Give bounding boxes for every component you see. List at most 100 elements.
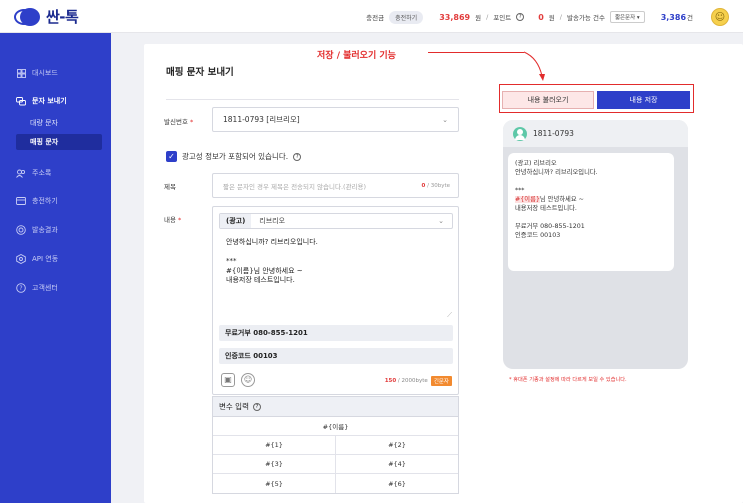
- help-icon[interactable]: ?: [293, 152, 302, 161]
- message-preview: 1811-0793 (광고) 리브리오 안녕하십니까? 리브리오입니다. ***…: [503, 120, 688, 369]
- ad-checkbox-row[interactable]: ✓ 광고성 정보가 포함되어 있습니다. ?: [166, 151, 302, 162]
- variable-2-button[interactable]: #{2}: [335, 436, 458, 454]
- ad-checkbox-label: 광고성 정보가 포함되어 있습니다.: [182, 152, 289, 161]
- point-label: 포인트: [493, 14, 512, 22]
- variable-5-button[interactable]: #{5}: [213, 474, 335, 493]
- sidebar-item-contacts[interactable]: 주소록: [16, 168, 51, 178]
- preview-line: 안녕하십니까? 리브리오입니다.: [515, 169, 598, 176]
- sidebar-item-label: 발송결과: [32, 226, 58, 234]
- annotation-arrow-icon: [523, 51, 545, 81]
- preview-line: 내용저장 테스트입니다.: [515, 205, 577, 212]
- preview-line: (광고) 리브리오: [515, 160, 557, 167]
- chevron-down-icon: ⌄: [442, 116, 448, 124]
- sidebar-item-send-message[interactable]: 문자 보내기: [16, 96, 67, 106]
- balance-amount: 33,869: [439, 12, 471, 22]
- sidebar: 대시보드 문자 보내기 대량 문자 매핑 문자 주소록 충전하기 발송결과 AP…: [0, 33, 111, 503]
- message-type-badge: 긴문자: [430, 376, 452, 386]
- variable-4-button[interactable]: #{4}: [335, 455, 458, 473]
- divider: [166, 99, 459, 100]
- sidebar-item-label: 문자 보내기: [32, 97, 67, 105]
- logo[interactable]: 싼-톡: [14, 6, 79, 27]
- divider: /: [559, 13, 562, 21]
- sender-number-value: 1811-0793 [리브리오]: [223, 115, 300, 124]
- emoji-icon[interactable]: ☺: [241, 373, 255, 387]
- logo-mark-icon: [14, 7, 44, 27]
- variable-3-button[interactable]: #{3}: [213, 455, 335, 473]
- preview-bubble: (광고) 리브리오 안녕하십니까? 리브리오입니다. *** #{이름}님 안녕…: [508, 153, 674, 271]
- save-content-button[interactable]: 내용 저장: [597, 91, 690, 109]
- ad-tag: (광고): [220, 214, 252, 228]
- sidebar-subitem-bulk[interactable]: 대량 문자: [16, 115, 102, 131]
- sendable-count: 3,386: [660, 12, 687, 22]
- annotation-label: 저장 / 불러오기 기능: [317, 51, 396, 61]
- preview-variable-token: #{이름}: [515, 196, 540, 203]
- variable-table: 변수 입력 ? #{이름} #{1} #{2} #{3} #{4} #{5} #…: [212, 396, 459, 494]
- image-attach-icon[interactable]: ▣: [221, 373, 235, 387]
- sidebar-subitem-label: 매핑 문자: [30, 138, 59, 146]
- sidebar-item-charge[interactable]: 충전하기: [16, 196, 58, 206]
- message-type-select[interactable]: 짧은문자 ▾: [609, 11, 645, 23]
- dashboard-icon: [16, 68, 26, 78]
- logo-text: 싼-톡: [46, 8, 79, 26]
- user-icon: [513, 126, 527, 141]
- preview-line: ***: [515, 187, 525, 194]
- api-icon: [16, 254, 26, 264]
- load-content-button[interactable]: 내용 불러오기: [502, 91, 594, 109]
- variable-table-header: 변수 입력 ?: [213, 397, 458, 417]
- sendable-label: 발송가능 건수: [566, 14, 605, 22]
- sendable-unit: 건: [687, 14, 693, 22]
- sidebar-item-api[interactable]: API 연동: [16, 254, 58, 264]
- ad-name-value: 리브리오: [259, 217, 286, 225]
- sender-number-select[interactable]: 1811-0793 [리브리오] ⌄: [212, 107, 459, 132]
- message-byte-count: 150 / 2000byte 긴문자: [385, 376, 452, 386]
- account-summary: 충전금 충전하기 33,869 원 / 포인트 ? 0 원 / 발송가능 건수 …: [366, 7, 729, 27]
- ad-checkbox[interactable]: ✓: [166, 151, 177, 162]
- ad-name-select[interactable]: (광고) 리브리오 ⌄: [219, 213, 453, 229]
- balance-unit: 원: [475, 14, 482, 22]
- help-icon[interactable]: ?: [516, 13, 525, 21]
- reject-number-line: 무료거부 080-855-1201: [219, 325, 453, 341]
- subject-byte-count: 0 / 30byte: [421, 183, 450, 189]
- point-unit: 원: [548, 14, 555, 22]
- chevron-down-icon: ⌄: [438, 217, 444, 225]
- sidebar-item-dashboard[interactable]: 대시보드: [16, 68, 58, 78]
- sidebar-subitem-mapping[interactable]: 매핑 문자: [16, 134, 102, 150]
- table-row: #{이름}: [213, 417, 458, 436]
- page-title: 매핑 문자 보내기: [166, 67, 234, 78]
- subject-placeholder: 짧은 문자인 경우 제목은 전송되지 않습니다.(관리용): [223, 182, 367, 191]
- preview-line: #{이름}님 안녕하세요 ~: [515, 196, 584, 203]
- table-row: #{1} #{2}: [213, 436, 458, 455]
- preview-line: 인증코드 00103: [515, 232, 561, 239]
- preview-line: [515, 213, 667, 222]
- variable-1-button[interactable]: #{1}: [213, 436, 335, 454]
- variable-name-button[interactable]: #{이름}: [213, 417, 458, 435]
- resize-handle-icon[interactable]: ⟋: [447, 311, 452, 320]
- sidebar-item-label: 주소록: [32, 169, 52, 177]
- help-icon: ?: [16, 283, 26, 293]
- sidebar-item-support[interactable]: ? 고객센터: [16, 283, 58, 293]
- sidebar-item-results[interactable]: 발송결과: [16, 225, 58, 235]
- main-panel: 저장 / 불러오기 기능 매핑 문자 보내기 발신번호 * 1811-0793 …: [144, 44, 743, 503]
- charge-button[interactable]: 충전하기: [389, 10, 424, 24]
- svg-text:?: ?: [19, 285, 22, 292]
- sidebar-item-label: API 연동: [32, 255, 59, 263]
- preview-line: 무료거부 080-855-1201: [515, 223, 585, 230]
- point-amount: 0: [538, 12, 544, 22]
- contacts-icon: [16, 168, 26, 178]
- message-textarea[interactable]: 안녕하십니까? 리브리오입니다. *** #{이름}님 안녕하세요 ~ 내용저장…: [226, 238, 446, 286]
- preview-line: [515, 177, 667, 186]
- sidebar-item-label: 충전하기: [32, 197, 58, 205]
- variable-6-button[interactable]: #{6}: [335, 474, 458, 493]
- sender-label: 발신번호 *: [164, 118, 194, 126]
- avatar[interactable]: ☺: [711, 8, 729, 26]
- table-row: #{3} #{4}: [213, 455, 458, 474]
- message-icon: [16, 96, 26, 106]
- help-icon[interactable]: ?: [252, 402, 261, 411]
- top-header: 싼-톡 충전금 충전하기 33,869 원 / 포인트 ? 0 원 / 발송가능…: [0, 0, 743, 33]
- sidebar-item-label: 대시보드: [32, 69, 58, 77]
- sidebar-item-label: 고객센터: [32, 284, 58, 292]
- subject-input[interactable]: 짧은 문자인 경우 제목은 전송되지 않습니다.(관리용) 0 / 30byte: [212, 173, 459, 198]
- content-label: 내용 *: [164, 216, 182, 224]
- balance-label: 충전금: [366, 14, 385, 22]
- message-editor: (광고) 리브리오 ⌄ 안녕하십니까? 리브리오입니다. *** #{이름}님 …: [212, 206, 459, 395]
